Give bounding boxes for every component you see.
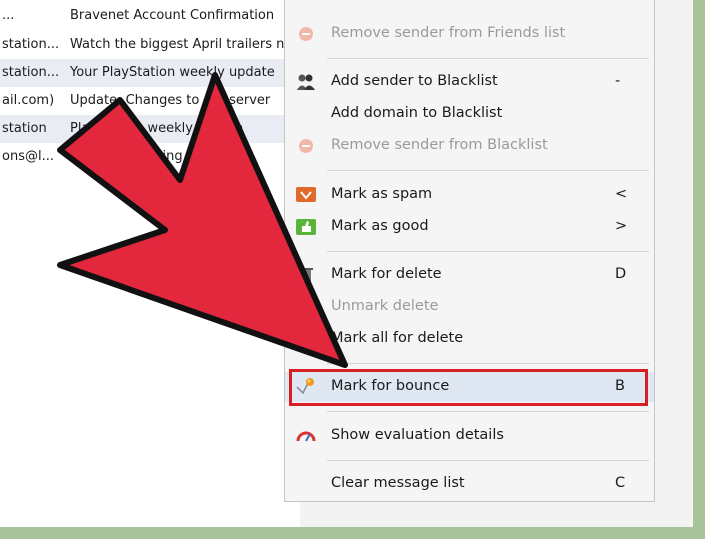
menu-separator: [327, 411, 649, 412]
trash-icon: [295, 265, 317, 285]
thumbs-up-icon: [295, 217, 317, 237]
table-row[interactable]: ail.com) Update: Changes to our server: [0, 87, 300, 115]
menu-item-mark-all-delete[interactable]: Mark all for delete: [285, 324, 654, 354]
menu-item-mark-spam[interactable]: Mark as spam <: [285, 180, 654, 210]
message-subject: Update: Changes to our server: [70, 93, 271, 108]
table-row[interactable]: ons@l... invitation waiting: [0, 143, 300, 171]
menu-item-clear-message-list[interactable]: Clear message list C: [285, 469, 654, 499]
menu-item-label: Show evaluation details: [331, 427, 504, 443]
message-sender: station...: [2, 65, 60, 80]
menu-separator: [327, 58, 649, 59]
menu-separator: [327, 251, 649, 252]
message-subject: Bravenet Account Confirmation: [70, 8, 275, 23]
message-sender: ...: [2, 8, 15, 23]
menu-item-shortcut: D: [615, 266, 627, 282]
menu-item-mark-good[interactable]: Mark as good >: [285, 212, 654, 242]
table-row[interactable]: station... Your PlayStation weekly updat…: [0, 59, 300, 87]
highlight-box: [289, 369, 648, 406]
message-subject: invitation waiting: [70, 149, 183, 164]
menu-item-label: Remove sender from Blacklist: [331, 137, 548, 153]
remove-icon: [295, 24, 317, 44]
message-sender: station: [2, 121, 47, 136]
menu-item-label: Mark as good: [331, 218, 429, 234]
menu-item-label: Mark for delete: [331, 266, 442, 282]
menu-separator: [327, 170, 649, 171]
table-row[interactable]: ... Bravenet Account Confirmation: [0, 2, 300, 30]
menu-item-label: Add domain to Blacklist: [331, 105, 503, 121]
message-subject: Your PlayStation weekly update: [70, 65, 275, 80]
menu-item-label: Add sender to Blacklist: [331, 73, 498, 89]
message-subject: PlayStation weekly update: [70, 121, 243, 136]
menu-item-label: Clear message list: [331, 475, 465, 491]
menu-separator: [327, 363, 649, 364]
menu-item-remove-from-blacklist[interactable]: Remove sender from Blacklist: [285, 131, 654, 161]
menu-item-add-sender-blacklist[interactable]: Add sender to Blacklist -: [285, 67, 654, 97]
menu-item-label: Mark as spam: [331, 186, 433, 202]
blacklist-people-icon: [295, 72, 317, 92]
spam-icon: [295, 185, 317, 205]
menu-item-label: Mark all for delete: [331, 330, 464, 346]
menu-item-remove-from-friends[interactable]: Remove sender from Friends list: [285, 19, 654, 49]
message-list: ... Bravenet Account Confirmation statio…: [0, 0, 300, 527]
menu-item-shortcut: >: [615, 218, 628, 234]
message-subject: Watch the biggest April trailers n: [70, 37, 285, 52]
menu-item-show-evaluation[interactable]: Show evaluation details: [285, 421, 654, 451]
menu-separator: [327, 460, 649, 461]
menu-item-shortcut: <: [615, 186, 628, 202]
message-sender: ons@l...: [2, 149, 54, 164]
context-menu: Remove sender from Friends list Add send…: [284, 0, 655, 502]
table-row[interactable]: station PlayStation weekly update: [0, 115, 300, 143]
menu-item-label: Unmark delete: [331, 298, 439, 314]
menu-item-label: Remove sender from Friends list: [331, 25, 566, 41]
menu-item-mark-delete[interactable]: Mark for delete D: [285, 260, 654, 290]
menu-item-unmark-delete[interactable]: Unmark delete: [285, 292, 654, 322]
menu-item-shortcut: C: [615, 475, 626, 491]
message-sender: ail.com): [2, 93, 55, 108]
screenshot-canvas: ... Bravenet Account Confirmation statio…: [0, 0, 693, 527]
gauge-icon: [295, 426, 317, 446]
table-row[interactable]: station... Watch the biggest April trail…: [0, 31, 300, 59]
menu-item-shortcut: -: [615, 73, 621, 89]
message-sender: station...: [2, 37, 60, 52]
remove-icon: [295, 136, 317, 156]
menu-item-add-domain-blacklist[interactable]: Add domain to Blacklist: [285, 99, 654, 129]
